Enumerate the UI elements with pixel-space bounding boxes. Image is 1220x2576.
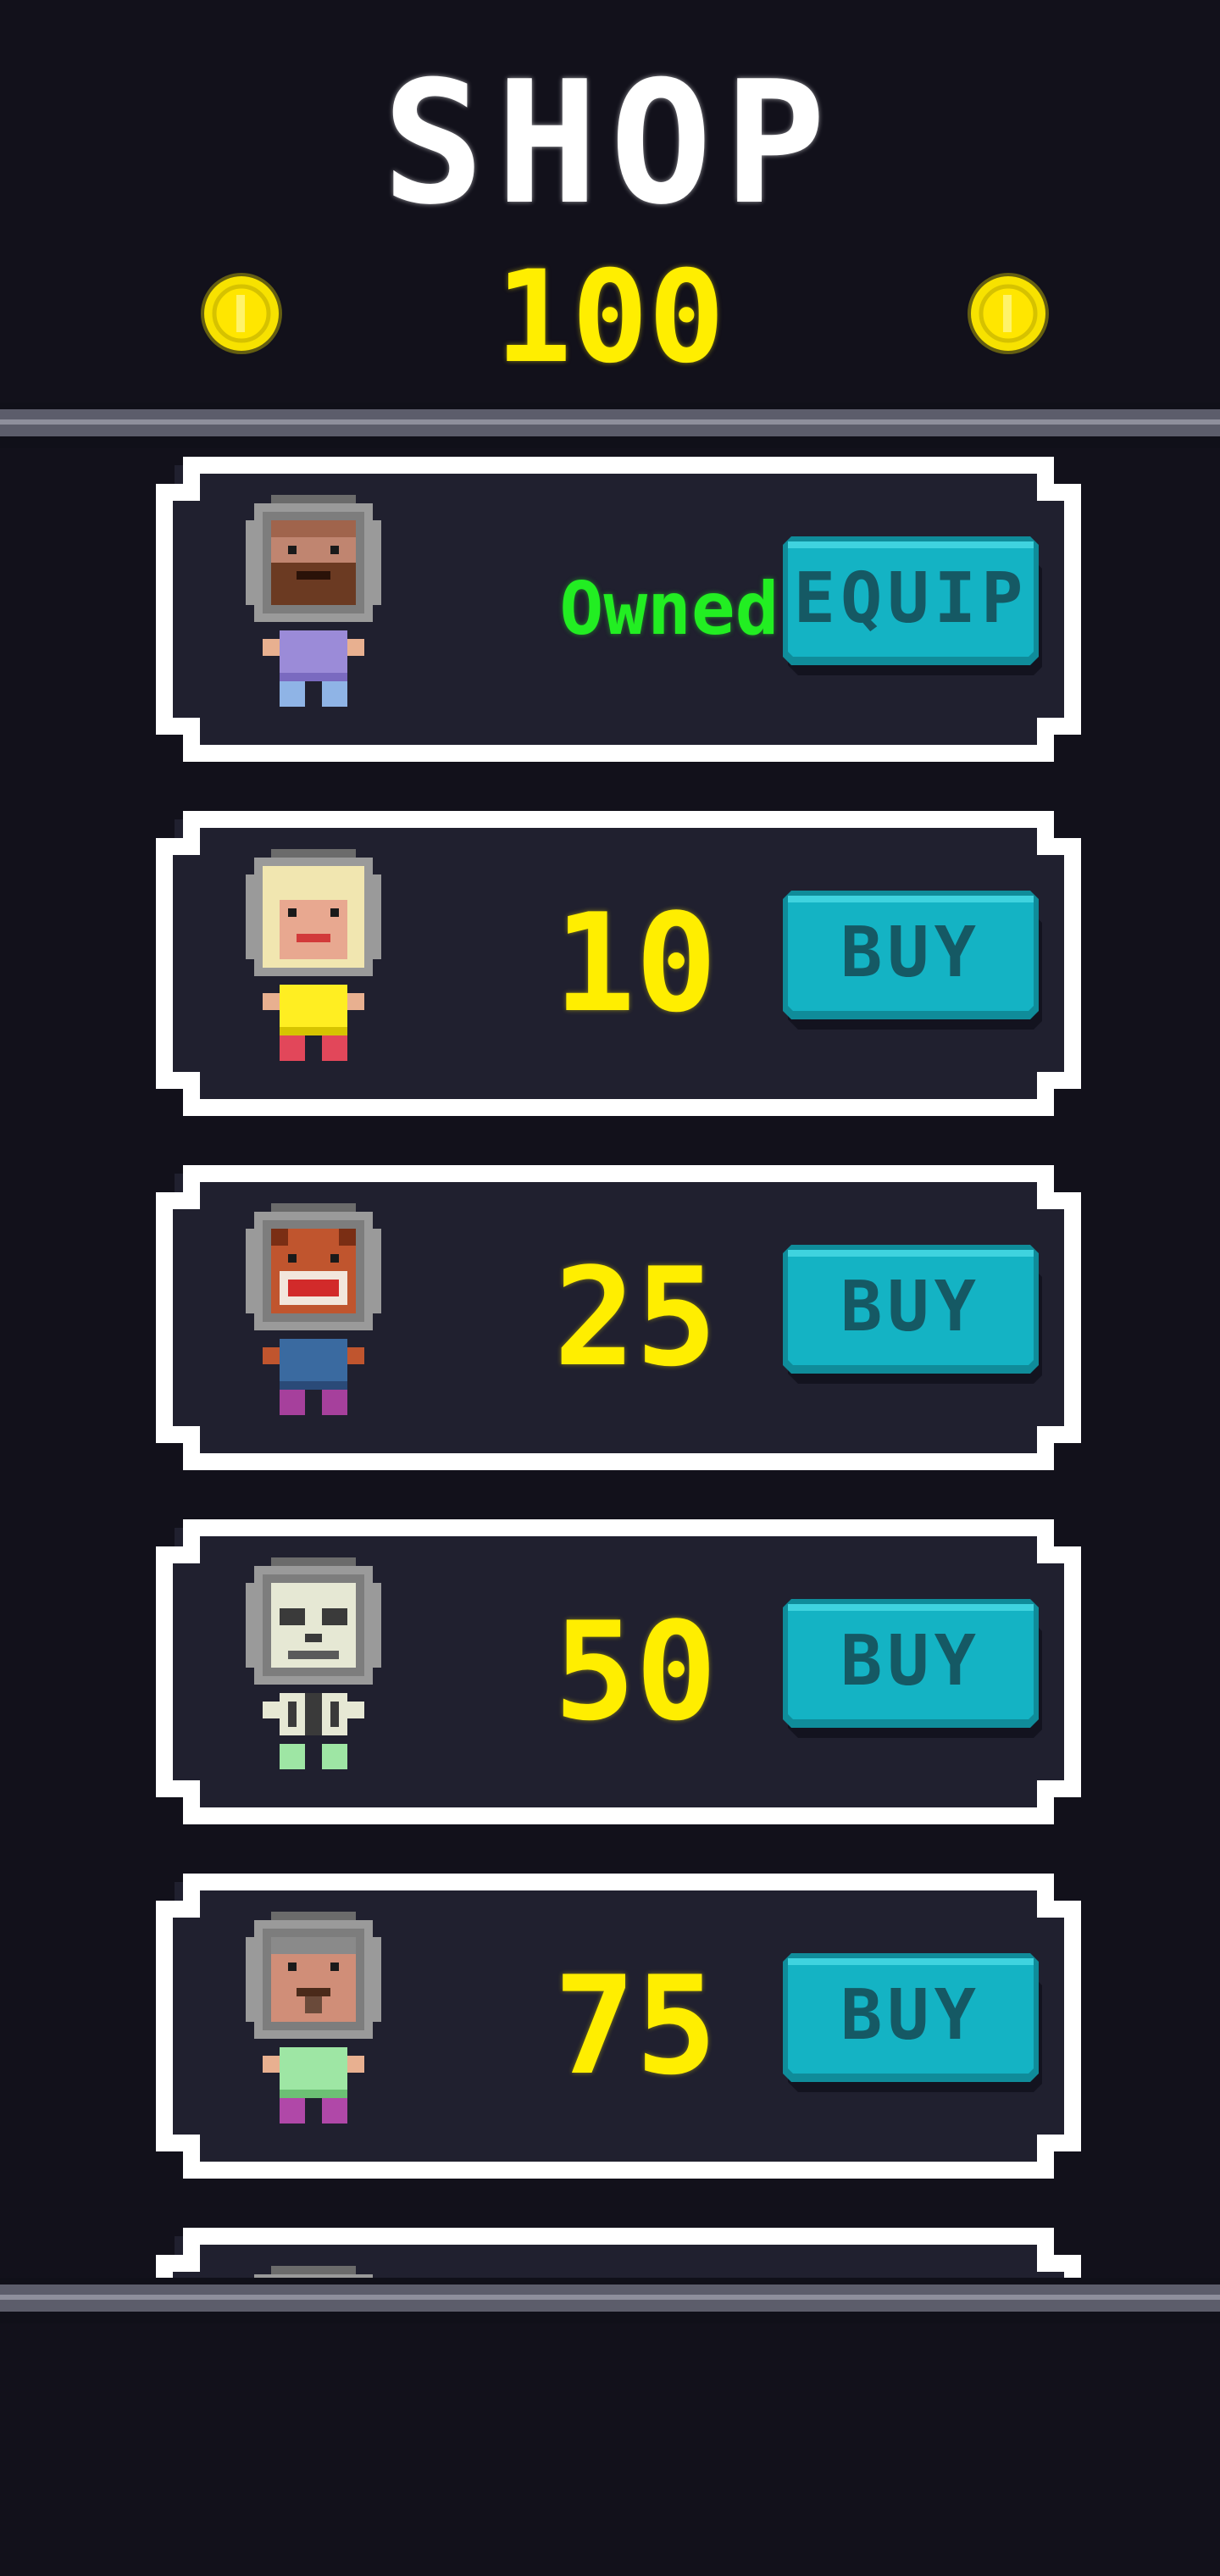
buy-button[interactable]: BUY bbox=[779, 887, 1042, 1030]
equip-button-label: EQUIP bbox=[793, 558, 1029, 639]
blonde-astronaut-icon bbox=[246, 849, 381, 1061]
shop-item-card: 50 BUY bbox=[144, 1511, 1093, 1833]
item-price: 50 bbox=[553, 1592, 718, 1751]
buy-button[interactable]: BUY bbox=[779, 1950, 1042, 2092]
buy-button-label: BUY bbox=[840, 1621, 982, 1702]
equip-button[interactable]: EQUIP bbox=[779, 533, 1042, 675]
buy-button[interactable]: BUY bbox=[779, 1241, 1042, 1384]
fox-astronaut-icon bbox=[246, 1203, 381, 1415]
bottom-divider bbox=[0, 2278, 1220, 2323]
shop-item-card: Owned EQUIP bbox=[144, 448, 1093, 770]
bearded-astronaut-icon bbox=[246, 495, 381, 707]
top-divider bbox=[0, 402, 1220, 448]
shop-header: SHOP 100 bbox=[0, 0, 1220, 398]
buy-button-label: BUY bbox=[840, 1975, 982, 2056]
skeleton-astronaut-icon bbox=[246, 1557, 381, 1769]
item-price: 10 bbox=[553, 884, 718, 1042]
shop-item-card bbox=[144, 2219, 1093, 2278]
shop-item-list[interactable]: Owned EQUIP 10 BUY 25 BUY 50 BUY 75 BUY bbox=[0, 448, 1220, 2278]
item-price: 75 bbox=[553, 1946, 718, 2105]
shop-item-card: 75 BUY bbox=[144, 1865, 1093, 2187]
partial-astronaut-icon bbox=[254, 2266, 373, 2278]
page-title: SHOP bbox=[382, 45, 838, 242]
buy-button[interactable]: BUY bbox=[779, 1596, 1042, 1738]
buy-button-label: BUY bbox=[840, 913, 982, 993]
shop-item-card: 25 BUY bbox=[144, 1157, 1093, 1479]
coin-icon bbox=[968, 273, 1049, 354]
item-price: 25 bbox=[553, 1238, 718, 1396]
shop-item-card: 10 BUY bbox=[144, 802, 1093, 1124]
old-man-astronaut-icon bbox=[246, 1912, 381, 2124]
buy-button-label: BUY bbox=[840, 1267, 982, 1347]
